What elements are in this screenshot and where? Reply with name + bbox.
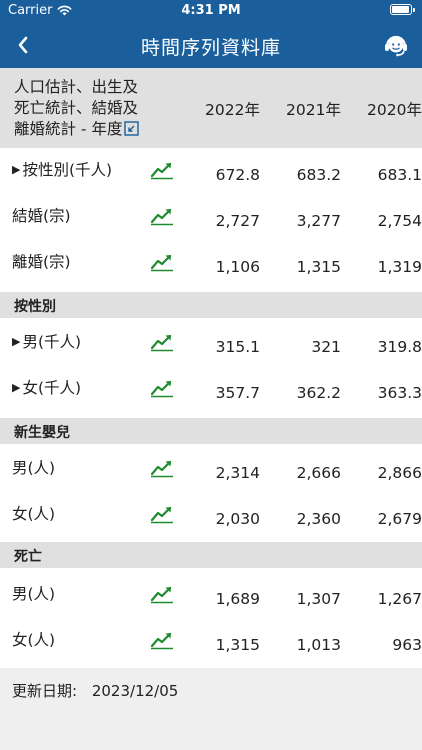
- value-cell: 683.1: [377, 166, 422, 184]
- value-cell: 2,360: [296, 510, 341, 528]
- row-label: 離婚(宗): [12, 253, 71, 271]
- table-row[interactable]: 結婚(宗) 2,727 3,277 2,754: [0, 194, 422, 240]
- table-title-text: 離婚統計 - 年度: [14, 120, 123, 138]
- value-cell: 2,030: [215, 510, 260, 528]
- value-cell: 363.3: [377, 384, 422, 402]
- table-row[interactable]: 女(人) 2,030 2,360 2,679: [0, 492, 422, 538]
- row-label: 男(人): [12, 585, 56, 603]
- year-header: 2020年: [367, 101, 422, 119]
- table-row[interactable]: ▶ 女(千人) 357.7 362.2 363.3: [0, 366, 422, 412]
- row-label-text: 按性別(千人): [22, 161, 113, 179]
- expand-triangle-icon[interactable]: ▶: [12, 163, 20, 176]
- update-date: 更新日期: 2023/12/05: [12, 680, 178, 701]
- trend-chart-icon[interactable]: [150, 332, 174, 352]
- value-cell: 362.2: [296, 384, 341, 402]
- row-label-text: 女(千人): [22, 379, 82, 397]
- value-cell: 319.8: [377, 338, 422, 356]
- section-header: 按性別: [0, 292, 422, 318]
- headset-icon: [385, 35, 407, 57]
- status-bar: Carrier 4:31 PM: [0, 0, 422, 22]
- table-row[interactable]: ▶ 男(千人) 315.1 321 319.8: [0, 320, 422, 366]
- update-date-value: 2023/12/05: [91, 682, 179, 700]
- trend-chart-icon[interactable]: [150, 584, 174, 604]
- section-label: 按性別: [14, 299, 56, 315]
- footer: 更新日期: 2023/12/05: [0, 668, 422, 750]
- trend-chart-icon[interactable]: [150, 630, 174, 650]
- battery-icon: [390, 4, 415, 15]
- help-button[interactable]: [380, 29, 412, 61]
- section-label: 新生嬰兒: [14, 425, 70, 441]
- external-link-icon[interactable]: [124, 121, 140, 142]
- value-cell: 357.7: [215, 384, 260, 402]
- value-cell: 2,727: [215, 212, 260, 230]
- trend-chart-icon[interactable]: [150, 206, 174, 226]
- table-row[interactable]: 男(人) 1,689 1,307 1,267: [0, 572, 422, 618]
- table-row[interactable]: 男(人) 2,314 2,666 2,866: [0, 446, 422, 492]
- value-cell: 2,679: [377, 510, 422, 528]
- value-cell: 1,315: [215, 636, 260, 654]
- value-cell: 2,666: [296, 464, 341, 482]
- row-label-text: 男(千人): [22, 333, 82, 351]
- value-cell: 1,689: [215, 590, 260, 608]
- year-header: 2022年: [205, 101, 260, 119]
- row-label[interactable]: ▶ 按性別(千人): [12, 158, 112, 180]
- value-cell: 683.2: [296, 166, 341, 184]
- value-cell: 3,277: [296, 212, 341, 230]
- table-row[interactable]: 離婚(宗) 1,106 1,315 1,319: [0, 240, 422, 286]
- row-label[interactable]: ▶ 男(千人): [12, 330, 81, 352]
- table-header: 人口估計、出生及 死亡統計、結婚及 離婚統計 - 年度 2022年 2021年 …: [0, 68, 422, 148]
- update-date-label: 更新日期:: [12, 682, 78, 700]
- value-cell: 1,319: [377, 258, 422, 276]
- page-title: 時間序列資料庫: [140, 37, 281, 59]
- trend-chart-icon[interactable]: [150, 504, 174, 524]
- value-cell: 672.8: [215, 166, 260, 184]
- trend-chart-icon[interactable]: [150, 378, 174, 398]
- value-cell: 1,013: [296, 636, 341, 654]
- table-title-line: 人口估計、出生及: [14, 78, 139, 96]
- expand-triangle-icon[interactable]: ▶: [12, 335, 20, 348]
- section-header: 新生嬰兒: [0, 418, 422, 444]
- trend-chart-icon[interactable]: [150, 458, 174, 478]
- value-cell: 2,754: [377, 212, 422, 230]
- nav-bar: 時間序列資料庫: [0, 22, 422, 68]
- status-right: [390, 4, 415, 15]
- value-cell: 2,314: [215, 464, 260, 482]
- expand-triangle-icon[interactable]: ▶: [12, 381, 20, 394]
- row-label: 女(人): [12, 505, 56, 523]
- row-label: 男(人): [12, 459, 56, 477]
- table-title: 人口估計、出生及 死亡統計、結婚及 離婚統計 - 年度: [14, 77, 174, 142]
- value-cell: 1,315: [296, 258, 341, 276]
- section-label: 死亡: [14, 549, 42, 565]
- clock: 4:31 PM: [181, 3, 241, 18]
- value-cell: 963: [392, 636, 422, 654]
- row-label[interactable]: ▶ 女(千人): [12, 376, 81, 398]
- value-cell: 321: [311, 338, 341, 356]
- table-title-line: 死亡統計、結婚及: [14, 99, 139, 117]
- section-header: 死亡: [0, 542, 422, 568]
- value-cell: 1,307: [296, 590, 341, 608]
- year-header: 2021年: [286, 101, 341, 119]
- row-label: 結婚(宗): [12, 207, 71, 225]
- trend-chart-icon[interactable]: [150, 160, 174, 180]
- table-title-line: 離婚統計 - 年度: [14, 119, 174, 142]
- value-cell: 315.1: [215, 338, 260, 356]
- value-cell: 2,866: [377, 464, 422, 482]
- table-row[interactable]: 女(人) 1,315 1,013 963: [0, 618, 422, 664]
- trend-chart-icon[interactable]: [150, 252, 174, 272]
- table-row[interactable]: ▶ 按性別(千人) 672.8 683.2 683.1: [0, 148, 422, 194]
- value-cell: 1,106: [215, 258, 260, 276]
- value-cell: 1,267: [377, 590, 422, 608]
- row-label: 女(人): [12, 631, 56, 649]
